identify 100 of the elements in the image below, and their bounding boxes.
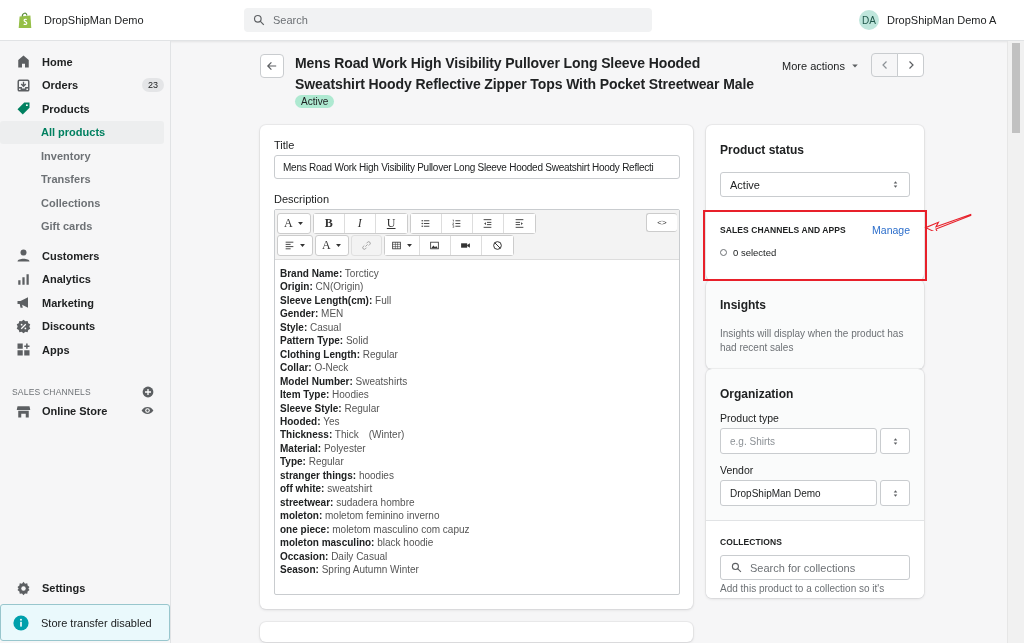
toolbar-button[interactable] bbox=[384, 236, 420, 255]
description-line: Item Type: Hoodies bbox=[280, 388, 370, 402]
description-line: Type: Regular bbox=[280, 455, 345, 469]
description-line: Model Number: Sweatshirts bbox=[280, 374, 409, 389]
field-label: Title bbox=[274, 139, 296, 151]
nav-item[interactable]: Apps bbox=[0, 338, 164, 362]
nav-item[interactable]: Home bbox=[0, 50, 164, 74]
table-icon bbox=[390, 240, 402, 251]
user-name[interactable]: DropShipMan Demo A bbox=[887, 14, 997, 26]
code-view-button[interactable]: <> bbox=[646, 213, 677, 232]
description-line: off white: sweatshirt bbox=[280, 482, 374, 496]
section-heading: SALES CHANNELS bbox=[12, 386, 91, 397]
description-line: Gender: MEN bbox=[280, 307, 345, 321]
description-line: Clothing Length: Regular bbox=[280, 347, 399, 362]
bullet-list-icon bbox=[420, 218, 432, 229]
caret-icon bbox=[299, 242, 306, 249]
outdent-icon bbox=[482, 218, 494, 229]
combo-field[interactable]: DropShipMan Demo bbox=[720, 480, 877, 506]
apps-icon bbox=[16, 342, 31, 358]
store-name: DropShipMan Demo bbox=[44, 14, 145, 26]
numbered-list-icon bbox=[451, 218, 463, 229]
field-label: Description bbox=[274, 193, 331, 205]
tag-icon bbox=[16, 101, 31, 117]
status-select[interactable]: Active bbox=[720, 172, 910, 197]
card-heading: Organization bbox=[720, 387, 795, 401]
description-line: one piece: moletom masculino com capuz bbox=[280, 522, 471, 537]
arrow-left-icon bbox=[266, 60, 278, 72]
description-line: Style: Casual bbox=[280, 320, 343, 335]
more-actions-button[interactable]: More actions bbox=[778, 54, 863, 78]
megaphone-icon bbox=[16, 295, 31, 311]
insights-text: Insights will display when the product has had recent sales bbox=[720, 327, 905, 355]
count-badge: 23 bbox=[142, 78, 164, 93]
description-line: Origin: CN(Origin) bbox=[280, 280, 365, 294]
nav-item[interactable]: Products bbox=[0, 97, 164, 121]
description-line: stranger things: hoodies bbox=[280, 468, 395, 483]
toolbar-button[interactable]: A bbox=[315, 235, 349, 256]
title-field[interactable]: Mens Road Work High Visibility Pullover Long Sleeve Hooded Sweatshirt Hoody Reflecti bbox=[274, 155, 680, 179]
description-line: Occasion: Daily Casual bbox=[280, 549, 389, 563]
card-heading: Insights bbox=[720, 298, 767, 312]
section-heading: SALES CHANNELS AND APPS bbox=[720, 225, 846, 235]
description-line: Brand Name: Torcticy bbox=[280, 267, 380, 281]
description-line: moleton: moletom feminino inverno bbox=[280, 509, 441, 523]
nav-item[interactable]: Settings bbox=[0, 576, 164, 600]
description-line: Material: Polyester bbox=[280, 441, 367, 456]
description-line: Pattern Type: Solid bbox=[280, 334, 370, 348]
caret-icon bbox=[296, 220, 304, 227]
toolbar-button[interactable]: B bbox=[313, 214, 345, 233]
toolbar-button[interactable]: A bbox=[277, 213, 311, 234]
description-line: Thickness: Thick (Winter) bbox=[280, 428, 406, 442]
nav-item[interactable]: Marketing bbox=[0, 291, 164, 315]
bag-logo-icon bbox=[16, 10, 34, 30]
status-badge: Active bbox=[295, 95, 335, 108]
video-camera-icon bbox=[460, 240, 472, 251]
manage-link[interactable]: Manage bbox=[872, 224, 910, 236]
description-line: moleton masculino: black hoodie bbox=[280, 536, 435, 550]
description-line: Sleeve Style: Regular bbox=[280, 401, 381, 415]
search-field[interactable]: Search bbox=[244, 8, 652, 32]
description-line: Sleeve Length(cm): Full bbox=[280, 293, 393, 308]
description-line: Season: Spring Autumn Winter bbox=[280, 562, 420, 577]
nav-subitem[interactable]: Collections bbox=[0, 191, 164, 215]
search-icon bbox=[253, 14, 265, 26]
user-avatar[interactable]: DA bbox=[859, 10, 879, 30]
nav-subitem[interactable]: Inventory bbox=[0, 144, 164, 168]
link-icon bbox=[360, 240, 372, 251]
selected-count: 0 selected bbox=[733, 247, 777, 258]
info-icon bbox=[13, 614, 29, 631]
select-arrows-icon bbox=[891, 180, 900, 189]
clear-format-icon bbox=[491, 240, 503, 251]
nav-item[interactable]: Discounts bbox=[0, 314, 164, 338]
nav-item[interactable]: Customers bbox=[0, 244, 164, 268]
align-icon bbox=[284, 240, 295, 251]
nav-subitem[interactable]: All products bbox=[0, 120, 164, 144]
nav-subitem[interactable]: Transfers bbox=[0, 167, 164, 191]
field-label: Product type bbox=[720, 412, 780, 424]
store-icon bbox=[16, 403, 31, 419]
nav-item[interactable]: Online Store bbox=[0, 399, 164, 423]
product-title: Mens Road Work High Visibility Pullover Long Sleeve Hooded Sweatshirt Hoody Reflective Zipper Tops With Pocket Streetwear Male bbox=[295, 54, 755, 94]
nav-subitem[interactable]: Gift cards bbox=[0, 214, 164, 238]
nav-item[interactable]: Orders 23 bbox=[0, 73, 164, 97]
notice-text: Store transfer disabled bbox=[41, 616, 152, 629]
description-line: Hooded: Yes bbox=[280, 415, 341, 429]
inbox-icon bbox=[16, 77, 31, 93]
search-icon bbox=[731, 562, 742, 573]
scrollbar-thumb[interactable] bbox=[1012, 43, 1020, 133]
description-line: streetwear: sudadera hombre bbox=[280, 495, 416, 510]
indent-icon bbox=[513, 218, 525, 229]
caret-icon bbox=[334, 242, 342, 249]
field-label: Vendor bbox=[720, 464, 755, 476]
caret-icon bbox=[851, 62, 859, 70]
nav-item[interactable]: Analytics bbox=[0, 267, 164, 291]
help-text: Add this product to a collection so it's bbox=[720, 583, 886, 594]
image-icon bbox=[429, 240, 441, 251]
home-icon bbox=[16, 54, 31, 70]
person-icon bbox=[16, 248, 31, 264]
discount-icon bbox=[16, 318, 31, 334]
caret-icon bbox=[405, 242, 413, 249]
add-icon[interactable] bbox=[142, 385, 154, 398]
bar-chart-icon bbox=[16, 271, 31, 287]
card-heading: Product status bbox=[720, 143, 805, 157]
search-field[interactable]: Search for collections bbox=[720, 555, 910, 580]
